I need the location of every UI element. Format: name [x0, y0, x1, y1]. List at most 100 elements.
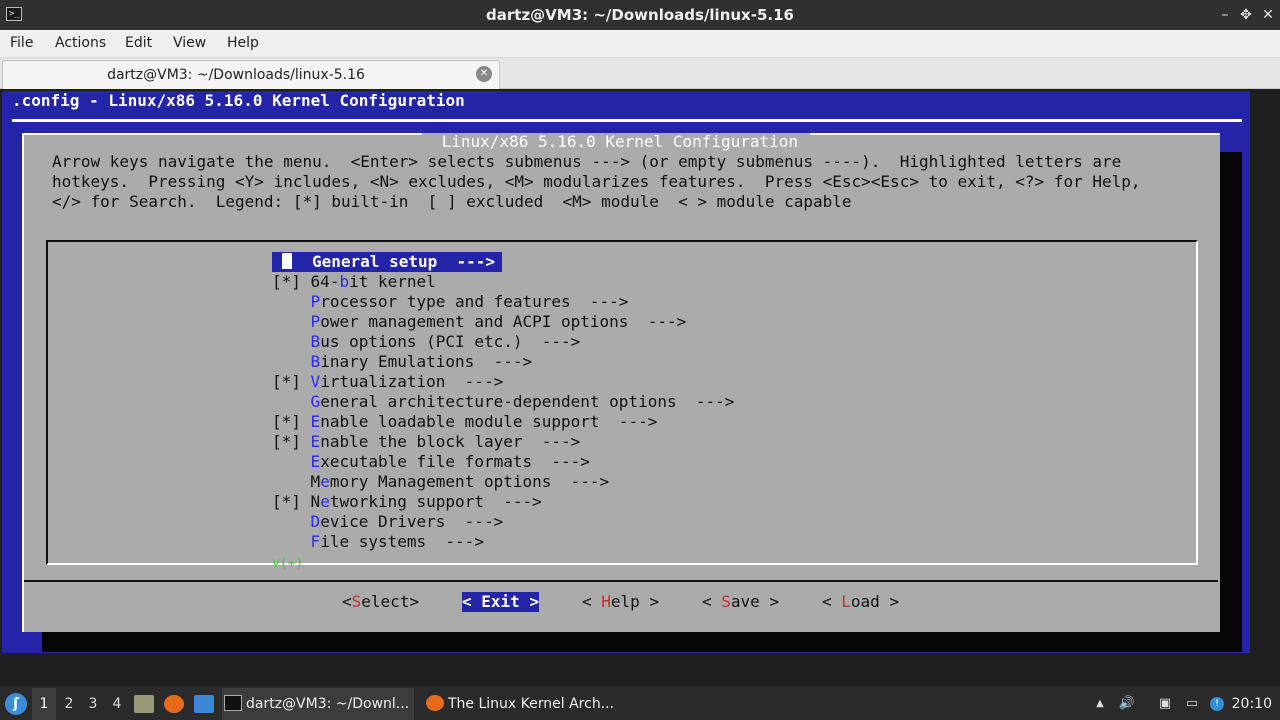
menu-view[interactable]: View [173, 35, 206, 51]
item-hotkey: b [339, 272, 350, 291]
maximize-button[interactable]: ✥ [1236, 5, 1256, 25]
item-state: [*] [272, 412, 301, 431]
task-firefox[interactable]: The Linux Kernel Arch... [424, 688, 624, 720]
notification-area-icon[interactable]: ▲ [1091, 695, 1109, 713]
help-line: hotkeys. Pressing <Y> includes, <N> excl… [52, 172, 1141, 191]
menu-item-processor-type[interactable]: Processor type and features ---> [272, 292, 629, 312]
menu-item-label: General setup ---> [312, 252, 496, 271]
item-hotkey: B [310, 332, 321, 351]
firefox-icon [426, 695, 444, 711]
terminal-icon [224, 695, 242, 711]
exit-button[interactable]: < Exit > [462, 592, 540, 612]
item-label: ower management and ACPI options ---> [320, 312, 687, 331]
network-icon[interactable]: ▭ [1183, 695, 1201, 713]
item-state [272, 312, 301, 331]
item-hotkey: B [310, 352, 321, 371]
tab-close-icon[interactable]: ✕ [476, 66, 492, 82]
menu-file[interactable]: File [10, 35, 33, 51]
item-label: tworking support ---> [329, 492, 542, 511]
item-state [272, 472, 301, 491]
item-pre: N [310, 492, 321, 511]
item-hotkey: e [320, 472, 330, 491]
item-label: xecutable file formats ---> [320, 452, 590, 471]
help-button[interactable]: < Help > [582, 592, 659, 612]
menu-item-block-layer[interactable]: [*] Enable the block layer ---> [272, 432, 580, 452]
window-title: dartz@VM3: ~/Downloads/linux-5.16 [486, 6, 794, 24]
item-state: [*] [272, 492, 301, 511]
item-state [272, 352, 301, 371]
item-hotkey: P [310, 292, 321, 311]
item-label: ile systems ---> [320, 532, 484, 551]
updates-icon[interactable]: ! [1210, 697, 1224, 711]
menu-actions[interactable]: Actions [55, 35, 106, 51]
item-label: rocessor type and features ---> [320, 292, 629, 311]
item-hotkey: G [310, 392, 321, 411]
button-separator [24, 580, 1218, 582]
item-pre: 64- [310, 272, 340, 291]
item-label: it kernel [349, 272, 436, 291]
task-terminal[interactable]: dartz@VM3: ~/Downl... [222, 688, 414, 720]
config-title: .config - Linux/x86 5.16.0 Kernel Config… [12, 91, 465, 110]
workspace-1[interactable]: 1 [32, 688, 56, 720]
taskbar: ʃ 1 2 3 4 dartz@VM3: ~/Downl... The Linu… [0, 688, 1280, 720]
menu-item-file-systems[interactable]: File systems ---> [272, 532, 484, 552]
item-hotkey: D [310, 512, 321, 531]
menu-item-bus-options[interactable]: Bus options (PCI etc.) ---> [272, 332, 581, 352]
menu-item-loadable-modules[interactable]: [*] Enable loadable module support ---> [272, 412, 657, 432]
task-label: The Linux Kernel Arch... [448, 696, 615, 712]
menu-edit[interactable]: Edit [125, 35, 152, 51]
item-state [272, 332, 301, 351]
item-hotkey: e [320, 492, 330, 511]
item-state [272, 532, 301, 551]
item-label: irtualization ---> [320, 372, 504, 391]
dialog-title: Linux/x86 5.16.0 Kernel Configuration [432, 132, 808, 151]
item-label: eneral architecture-dependent options --… [320, 392, 735, 411]
clipboard-icon[interactable]: ▣ [1156, 695, 1174, 713]
item-label: evice Drivers ---> [320, 512, 504, 531]
cursor-block [282, 253, 292, 269]
item-state: [*] [272, 432, 301, 451]
menu-item-binary-emulations[interactable]: Binary Emulations ---> [272, 352, 533, 372]
dialog-shadow [1220, 152, 1242, 632]
menu-item-virtualization[interactable]: [*] Virtualization ---> [272, 372, 503, 392]
item-hotkey: E [310, 452, 321, 471]
item-hotkey: E [310, 412, 321, 431]
select-button[interactable]: <Select> [342, 592, 419, 612]
menu-item-device-drivers[interactable]: Device Drivers ---> [272, 512, 504, 532]
menu-item-64bit-kernel[interactable]: [*] 64-bit kernel [272, 272, 436, 292]
menu-help[interactable]: Help [227, 35, 259, 51]
item-state: [*] [272, 272, 301, 291]
terminal-view[interactable]: .config - Linux/x86 5.16.0 Kernel Config… [0, 89, 1280, 686]
item-hotkey: F [310, 532, 321, 551]
workspace-4[interactable]: 4 [105, 688, 129, 720]
item-label: nable loadable module support ---> [320, 412, 658, 431]
menu-item-general-setup[interactable]: General setup ---> [272, 252, 502, 272]
item-label: inary Emulations ---> [320, 352, 533, 371]
menu-item-networking[interactable]: [*] Networking support ---> [272, 492, 542, 512]
menu-item-general-arch-options[interactable]: General architecture-dependent options -… [272, 392, 735, 412]
item-label: us options (PCI etc.) ---> [320, 332, 581, 351]
menu-item-memory-management[interactable]: Memory Management options ---> [272, 472, 610, 492]
workspace-3[interactable]: 3 [81, 688, 105, 720]
clock[interactable]: 20:10 [1232, 688, 1272, 720]
volume-icon[interactable]: 🔊 [1118, 695, 1136, 713]
terminal-tab[interactable]: dartz@VM3: ~/Downloads/linux-5.16 ✕ [2, 60, 500, 89]
item-label: mory Management options ---> [329, 472, 610, 491]
item-state [272, 392, 301, 411]
start-menu-icon[interactable]: ʃ [5, 693, 27, 715]
close-button[interactable]: ✕ [1258, 5, 1278, 25]
minimize-button[interactable]: – [1215, 5, 1235, 25]
window-titlebar: >_ dartz@VM3: ~/Downloads/linux-5.16 – ✥… [0, 0, 1280, 30]
save-button[interactable]: < Save > [702, 592, 779, 612]
firefox-launcher-icon[interactable] [164, 695, 184, 713]
desktop-icon[interactable] [194, 695, 214, 713]
item-hotkey: E [310, 432, 321, 451]
file-manager-icon[interactable] [134, 695, 154, 713]
load-button[interactable]: < Load > [822, 592, 899, 612]
workspace-2[interactable]: 2 [57, 688, 81, 720]
dialog-shadow [42, 632, 1242, 652]
menu-item-executable-formats[interactable]: Executable file formats ---> [272, 452, 590, 472]
item-hotkey: V [310, 372, 321, 391]
menu-item-power-management[interactable]: Power management and ACPI options ---> [272, 312, 687, 332]
tab-bar: dartz@VM3: ~/Downloads/linux-5.16 ✕ [0, 58, 1280, 89]
